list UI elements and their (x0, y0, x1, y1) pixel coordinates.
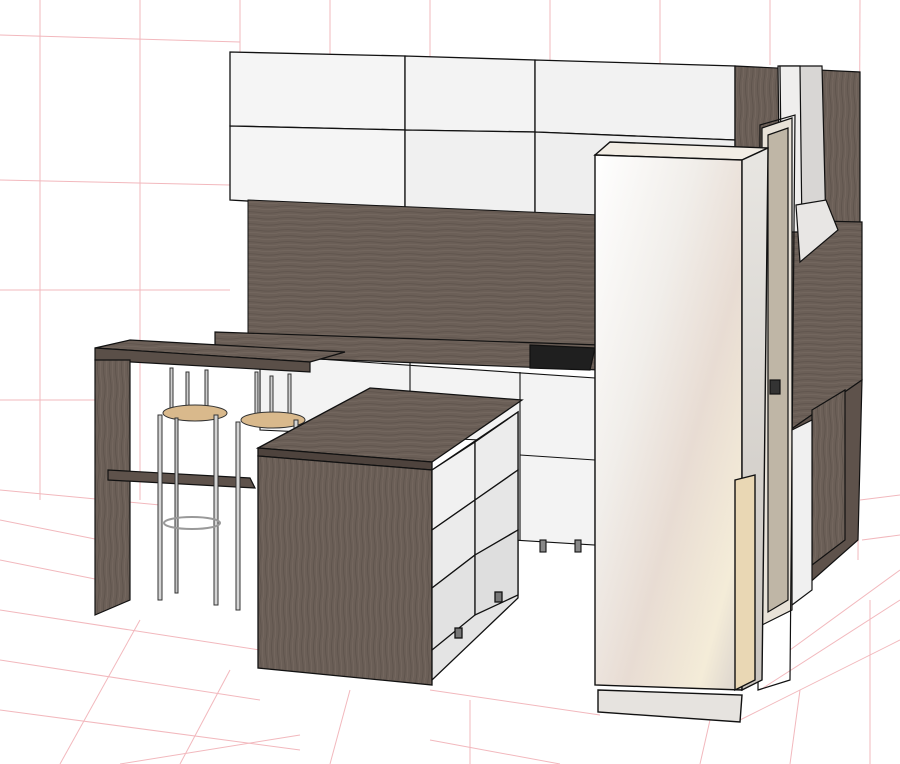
kitchen-render (0, 0, 900, 764)
tall-refrigerator[interactable] (593, 141, 769, 723)
bar-stool-left[interactable] (157, 367, 228, 606)
3d-viewport[interactable] (0, 0, 900, 764)
backsplash-panel (247, 199, 601, 356)
